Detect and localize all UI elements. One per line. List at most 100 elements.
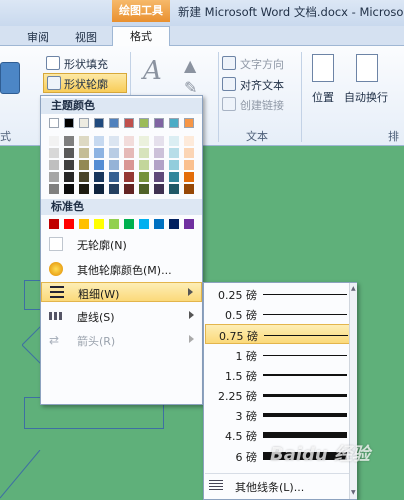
theme-color-swatch[interactable] <box>49 184 59 194</box>
more-lines-item[interactable]: 其他线条(L)... <box>205 473 351 497</box>
theme-color-swatch[interactable] <box>49 136 59 146</box>
theme-color-swatch[interactable] <box>79 160 89 170</box>
theme-color-swatch[interactable] <box>94 184 104 194</box>
theme-color-swatch[interactable] <box>184 160 194 170</box>
theme-color-swatch[interactable] <box>94 136 104 146</box>
weight-option[interactable]: 0.75 磅 <box>205 324 351 345</box>
theme-color-swatch[interactable] <box>79 118 89 128</box>
weight-option[interactable]: 2.25 磅 <box>205 385 351 405</box>
create-link-button[interactable]: 创建链接 <box>240 97 284 113</box>
more-outline-colors-item[interactable]: 其他轮廓颜色(M)... <box>41 259 202 279</box>
no-outline-item[interactable]: 无轮廓(N) <box>41 234 202 254</box>
weight-option[interactable]: 3 磅 <box>205 405 351 425</box>
theme-color-swatch[interactable] <box>124 136 134 146</box>
theme-color-swatch[interactable] <box>94 172 104 182</box>
theme-color-swatch[interactable] <box>49 148 59 158</box>
theme-color-swatch[interactable] <box>139 148 149 158</box>
theme-color-swatch[interactable] <box>169 172 179 182</box>
theme-color-swatch[interactable] <box>49 160 59 170</box>
theme-color-swatch[interactable] <box>184 148 194 158</box>
theme-color-swatch[interactable] <box>154 172 164 182</box>
shape-outline-button[interactable]: 形状轮廓 <box>43 73 127 93</box>
tab-format[interactable]: 格式 <box>112 26 170 47</box>
theme-color-swatch[interactable] <box>94 118 104 128</box>
theme-color-swatch[interactable] <box>169 160 179 170</box>
theme-color-swatch[interactable] <box>109 160 119 170</box>
theme-color-swatch[interactable] <box>64 118 74 128</box>
standard-color-swatch[interactable] <box>154 219 164 229</box>
theme-color-swatch[interactable] <box>64 172 74 182</box>
theme-color-swatch[interactable] <box>124 148 134 158</box>
scroll-up-icon[interactable]: ▲ <box>351 285 356 292</box>
standard-color-swatch[interactable] <box>64 219 74 229</box>
weight-option-label: 1 磅 <box>235 349 258 363</box>
theme-color-swatch[interactable] <box>49 118 59 128</box>
theme-color-swatch[interactable] <box>154 184 164 194</box>
theme-color-swatch[interactable] <box>79 184 89 194</box>
theme-color-swatch[interactable] <box>184 172 194 182</box>
standard-color-swatch[interactable] <box>94 219 104 229</box>
standard-color-swatch[interactable] <box>139 219 149 229</box>
shape-style-preview[interactable] <box>0 62 20 94</box>
theme-color-swatch[interactable] <box>154 136 164 146</box>
theme-color-swatch[interactable] <box>169 136 179 146</box>
theme-color-swatch[interactable] <box>154 160 164 170</box>
weight-option[interactable]: 0.25 磅 <box>205 284 351 304</box>
text-direction-button[interactable]: 文字方向 <box>240 56 284 72</box>
theme-color-swatch[interactable] <box>109 184 119 194</box>
tab-view[interactable]: 视图 <box>75 29 97 45</box>
wrap-text-button[interactable]: 自动换行 <box>344 89 388 105</box>
theme-color-swatch[interactable] <box>64 184 74 194</box>
text-fill-icon[interactable]: ▲ <box>184 56 196 75</box>
theme-color-swatch[interactable] <box>139 160 149 170</box>
theme-color-swatch[interactable] <box>124 184 134 194</box>
arrows-item[interactable]: ⇄ 箭头(R) <box>41 330 202 350</box>
theme-color-swatch[interactable] <box>139 172 149 182</box>
standard-color-swatch[interactable] <box>169 219 179 229</box>
theme-color-swatch[interactable] <box>154 148 164 158</box>
weight-item[interactable]: 粗细(W) <box>41 282 202 302</box>
wordart-a-icon[interactable]: A <box>143 56 162 86</box>
theme-color-swatch[interactable] <box>124 172 134 182</box>
theme-color-swatch[interactable] <box>169 148 179 158</box>
theme-color-swatch[interactable] <box>79 136 89 146</box>
tab-review[interactable]: 审阅 <box>27 29 49 45</box>
theme-color-swatch[interactable] <box>79 172 89 182</box>
scroll-down-icon[interactable]: ▼ <box>351 489 356 496</box>
standard-color-swatch[interactable] <box>49 219 59 229</box>
dashes-item[interactable]: 虚线(S) <box>41 306 202 326</box>
standard-color-swatch[interactable] <box>109 219 119 229</box>
align-text-button[interactable]: 对齐文本 <box>240 77 284 93</box>
theme-color-swatch[interactable] <box>169 118 179 128</box>
theme-color-swatch[interactable] <box>64 160 74 170</box>
weight-option[interactable]: 0.5 磅 <box>205 304 351 324</box>
theme-color-swatch[interactable] <box>79 148 89 158</box>
theme-color-swatch[interactable] <box>139 184 149 194</box>
theme-color-swatch[interactable] <box>184 184 194 194</box>
theme-color-swatch[interactable] <box>139 118 149 128</box>
theme-color-swatch[interactable] <box>109 172 119 182</box>
theme-color-swatch[interactable] <box>109 136 119 146</box>
weight-option[interactable]: 1.5 磅 <box>205 365 351 385</box>
theme-color-swatch[interactable] <box>94 160 104 170</box>
standard-color-swatch[interactable] <box>184 219 194 229</box>
theme-color-swatch[interactable] <box>124 118 134 128</box>
theme-color-swatch[interactable] <box>109 118 119 128</box>
standard-color-swatch[interactable] <box>124 219 134 229</box>
theme-color-swatch[interactable] <box>94 148 104 158</box>
standard-color-swatch[interactable] <box>79 219 89 229</box>
shape-fill-button[interactable]: 形状填充 <box>64 56 108 72</box>
theme-color-swatch[interactable] <box>109 148 119 158</box>
theme-color-swatch[interactable] <box>64 136 74 146</box>
theme-color-swatch[interactable] <box>124 160 134 170</box>
theme-color-swatch[interactable] <box>49 172 59 182</box>
theme-color-swatch[interactable] <box>184 136 194 146</box>
weight-option[interactable]: 1 磅 <box>205 345 351 365</box>
theme-color-swatch[interactable] <box>184 118 194 128</box>
theme-color-swatch[interactable] <box>64 148 74 158</box>
weight-submenu-scrollbar[interactable]: ▲ ▼ <box>349 283 357 499</box>
theme-color-swatch[interactable] <box>139 136 149 146</box>
theme-color-swatch[interactable] <box>154 118 164 128</box>
position-button[interactable]: 位置 <box>312 89 334 105</box>
theme-color-swatch[interactable] <box>169 184 179 194</box>
